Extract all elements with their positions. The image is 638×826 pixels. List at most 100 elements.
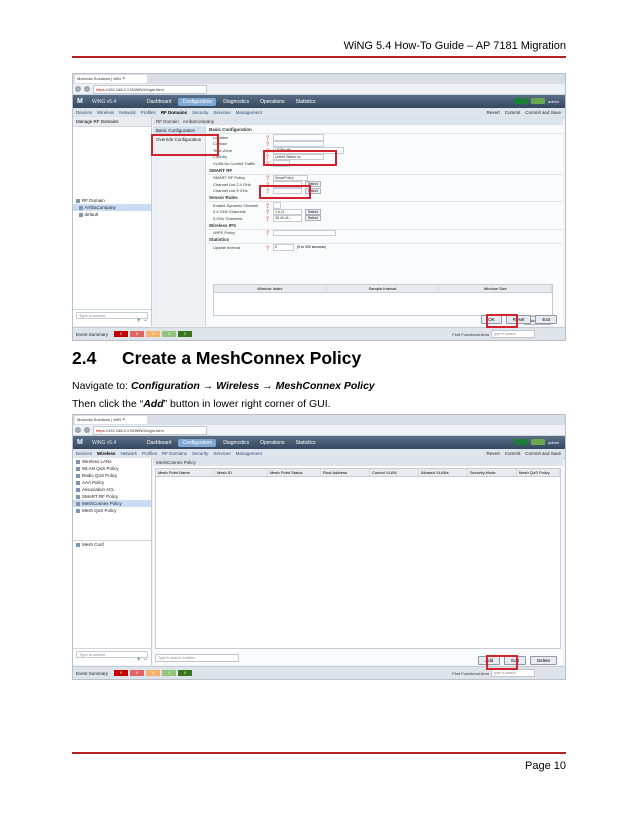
severity-badge[interactable]: 0: [146, 670, 161, 676]
add-icon[interactable]: +: [137, 657, 141, 663]
nav-smart-rf[interactable]: SMART RF Policy: [73, 493, 151, 500]
close-icon[interactable]: ×: [122, 417, 125, 423]
exit-button[interactable]: Exit: [535, 315, 557, 324]
subnav-security[interactable]: Security: [192, 110, 208, 115]
url-input[interactable]: https://192.168.0.178/WiNG/login.html: [93, 84, 207, 94]
user-label[interactable]: admin: [548, 99, 559, 104]
url-input[interactable]: https://192.168.0.178/WiNG/login.html: [93, 425, 207, 435]
subnav-services[interactable]: Services: [213, 110, 230, 115]
subnav-rf-domains[interactable]: RF Domains: [161, 110, 187, 115]
nav-association-acl[interactable]: Association ACL: [73, 486, 151, 493]
remove-icon[interactable]: −: [143, 657, 147, 663]
severity-badge[interactable]: 0: [178, 331, 193, 337]
subnav-devices[interactable]: Devices: [76, 110, 92, 115]
severity-badge[interactable]: 0: [114, 670, 129, 676]
commit-button[interactable]: Commit: [505, 110, 521, 115]
wips-policy-select[interactable]: [273, 229, 336, 236]
col-mesh-point-status[interactable]: Mesh Point Status: [268, 469, 321, 476]
severity-badge[interactable]: 0: [130, 331, 145, 337]
commit-save-button[interactable]: Commit and Save: [525, 451, 561, 456]
nav-mesh-qos[interactable]: Mesh QoS Policy: [73, 507, 151, 514]
browser-tab[interactable]: Motorola Solutions | WiN ×: [75, 75, 147, 83]
menu-configuration[interactable]: Configuration: [178, 97, 217, 106]
nav-wlan-qos[interactable]: WLAN QoS Policy: [73, 465, 151, 472]
app-topbar: M WiNG v5.4 Dashboard Configuration Diag…: [73, 95, 565, 108]
nav-aaa-policy[interactable]: AAA Policy: [73, 479, 151, 486]
menu-configuration[interactable]: Configuration: [178, 438, 217, 447]
subnav-management[interactable]: Management: [236, 110, 262, 115]
find-area-input[interactable]: type to search: [491, 669, 535, 677]
subnav-network[interactable]: Network: [121, 451, 138, 456]
subnav-profiles[interactable]: Profiles: [142, 451, 157, 456]
subnav-services[interactable]: Services: [213, 451, 230, 456]
delete-button[interactable]: Delete: [529, 656, 557, 665]
col-mesh-id[interactable]: Mesh ID: [215, 469, 268, 476]
add-icon[interactable]: +: [137, 318, 141, 324]
tree-mesh-conf[interactable]: Mesh Conf: [73, 541, 151, 548]
menu-dashboard[interactable]: Dashboard: [143, 98, 175, 106]
severity-badge[interactable]: 0: [130, 670, 145, 676]
col-allowed-vlans[interactable]: Allowed VLANs: [419, 469, 468, 476]
crumb-arriba[interactable]: ArribaCompany: [183, 119, 214, 124]
nav-step: Configuration: [130, 380, 200, 392]
back-icon[interactable]: ‹: [75, 86, 81, 92]
sensor-5-input[interactable]: 36,40,44...: [273, 215, 302, 222]
commit-button[interactable]: Commit: [505, 451, 521, 456]
subnav-wireless[interactable]: Wireless: [97, 110, 114, 115]
col-root-address[interactable]: Root Address: [321, 469, 370, 476]
severity-badge[interactable]: 0: [114, 331, 129, 337]
arrow-right-icon: →: [202, 380, 214, 392]
menu-statistics[interactable]: Statistics: [292, 439, 320, 447]
severity-badge[interactable]: 0: [162, 670, 177, 676]
nav-wireless-lans[interactable]: Wireless LANs: [73, 458, 151, 465]
tree-root[interactable]: RF Domain: [73, 197, 151, 204]
config-nav: Basic Configuration Override Configurati…: [153, 126, 206, 326]
navigate-instruction: Navigate to: Configuration → Wireless → …: [72, 380, 375, 392]
select-button[interactable]: Select: [305, 215, 321, 222]
user-label[interactable]: admin: [548, 440, 559, 445]
help-icon: ❓: [265, 134, 270, 140]
severity-badge[interactable]: 0: [162, 331, 177, 337]
menu-operations[interactable]: Operations: [256, 98, 288, 106]
menu-diagnostics[interactable]: Diagnostics: [219, 439, 253, 447]
menu-operations[interactable]: Operations: [256, 439, 288, 447]
tree-item-arriba[interactable]: ArribaCompany: [73, 204, 151, 211]
revert-button[interactable]: Revert: [486, 110, 499, 115]
menu-statistics[interactable]: Statistics: [292, 98, 320, 106]
subnav-rf-domains[interactable]: RF Domains: [162, 451, 187, 456]
menu-diagnostics[interactable]: Diagnostics: [219, 98, 253, 106]
col-mesh-qos-policy[interactable]: Mesh QoS Policy: [517, 469, 560, 476]
commit-save-button[interactable]: Commit and Save: [525, 110, 561, 115]
subnav-security[interactable]: Security: [192, 451, 208, 456]
close-icon[interactable]: ×: [122, 76, 125, 82]
menu-dashboard[interactable]: Dashboard: [143, 439, 175, 447]
screenshot-meshconnex: Motorola Solutions | WiN × ‹ › https://1…: [72, 414, 566, 680]
add-term: Add: [143, 398, 164, 410]
nav-radio-qos[interactable]: Radio QoS Policy: [73, 472, 151, 479]
forward-icon[interactable]: ›: [84, 86, 90, 92]
col-mesh-point-name[interactable]: Mesh Point Name: [156, 469, 215, 476]
select-button[interactable]: Select: [305, 208, 321, 215]
col-control-vlan[interactable]: Control VLAN: [370, 469, 419, 476]
tree-item-default[interactable]: default: [73, 211, 151, 218]
back-icon[interactable]: ‹: [75, 427, 81, 433]
col-security-mode[interactable]: Security Mode: [468, 469, 517, 476]
revert-button[interactable]: Revert: [486, 451, 499, 456]
subnav-profiles[interactable]: Profiles: [141, 110, 156, 115]
severity-badge[interactable]: 0: [146, 331, 161, 337]
find-area-input[interactable]: type to search: [491, 330, 535, 338]
screenshot-rf-domain: Motorola Solutions | WiN × ‹ › https://1…: [72, 73, 566, 341]
forward-icon[interactable]: ›: [84, 427, 90, 433]
remove-icon[interactable]: −: [143, 318, 147, 324]
table-search-input[interactable]: Type to search in tables: [155, 654, 239, 662]
subnav-devices[interactable]: Devices: [76, 451, 92, 456]
subnav-management[interactable]: Management: [236, 451, 262, 456]
nav-meshconnex[interactable]: MeshConnex Policy: [73, 500, 151, 507]
col-window-index: Window Index: [214, 285, 327, 292]
crumb-rf-domain[interactable]: RF Domain: [156, 119, 179, 124]
subnav-network[interactable]: Network: [119, 110, 136, 115]
browser-tab[interactable]: Motorola Solutions | WiN ×: [75, 416, 147, 424]
severity-badge[interactable]: 0: [178, 670, 193, 676]
update-interval-input[interactable]: 5: [273, 244, 294, 251]
subnav-wireless[interactable]: Wireless: [97, 451, 115, 456]
